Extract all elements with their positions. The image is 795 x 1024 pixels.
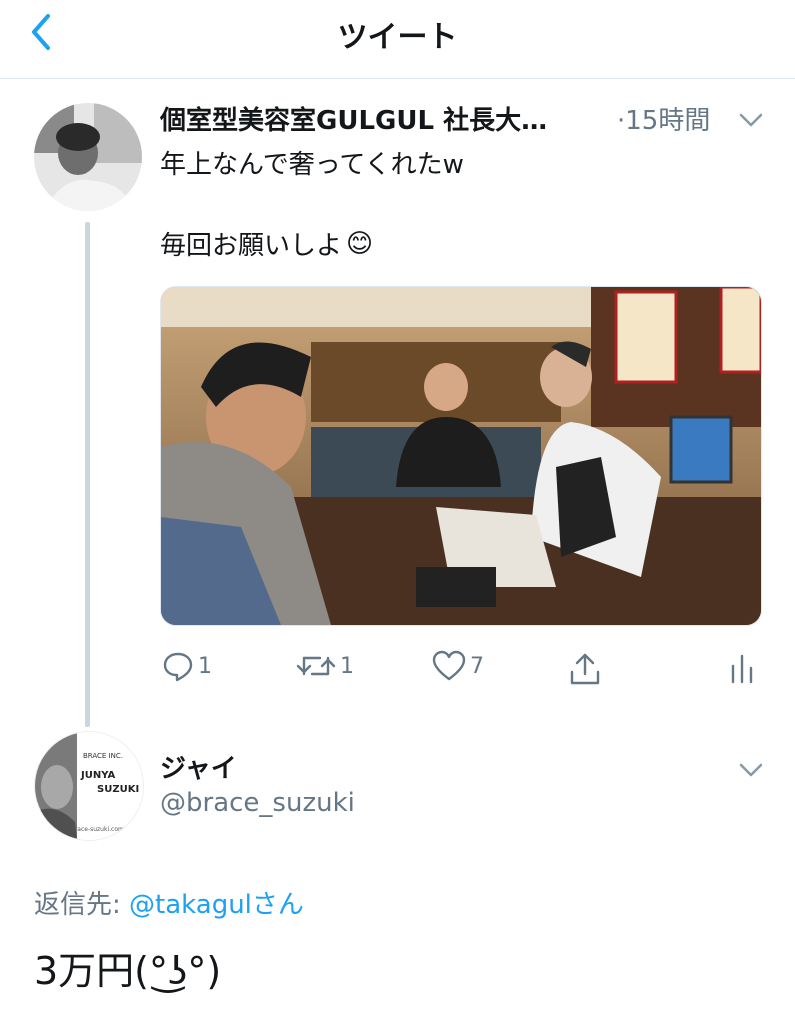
- chevron-down-icon[interactable]: [737, 110, 765, 130]
- heart-icon: [432, 650, 466, 681]
- replying-to-user-link[interactable]: @takagul: [129, 890, 252, 920]
- share-icon[interactable]: [568, 652, 602, 686]
- tweet-timestamp[interactable]: ·15時間: [617, 100, 710, 137]
- reply-chevron-down-icon[interactable]: [737, 760, 765, 780]
- avatar-last-name: SUZUKI: [97, 784, 140, 795]
- reply-display-name[interactable]: ジャイ: [160, 748, 237, 785]
- replying-to-label: 返信先:: [34, 890, 121, 920]
- page-title: ツイート: [337, 20, 458, 55]
- avatar-first-name: JUNYA: [81, 770, 116, 781]
- replying-to: 返信先: @takagulさん: [34, 884, 304, 921]
- like-button[interactable]: 7: [432, 650, 484, 682]
- retweet-button[interactable]: 1: [296, 650, 354, 682]
- retweet-count: 1: [340, 653, 354, 679]
- avatar-url-text: brace-suzuki.com: [71, 826, 124, 833]
- reply-count: 1: [198, 653, 212, 679]
- replying-to-suffix: さん: [251, 890, 304, 920]
- reply-author-avatar[interactable]: BRACE INC. JUNYA SUZUKI brace-suzuki.com: [34, 731, 144, 841]
- reply-handle[interactable]: @brace_suzuki: [160, 788, 355, 818]
- avatar-brand-text: BRACE INC.: [83, 752, 123, 760]
- author-display-name[interactable]: 個室型美容室GULGUL 社長大…: [160, 100, 547, 137]
- smiling-face-emoji: 😊: [346, 228, 374, 259]
- analytics-icon[interactable]: [730, 654, 754, 684]
- tweet-photo[interactable]: [160, 286, 762, 626]
- tweet-text-line-2-wrap: 毎回お願いしよ 😊: [160, 225, 373, 262]
- reply-icon: [163, 652, 193, 682]
- tweet-text-line-2: 毎回お願いしよ: [160, 231, 343, 261]
- retweet-icon: [296, 656, 336, 676]
- reply-button[interactable]: 1: [162, 650, 212, 682]
- tweet-text-line-1: 年上なんで奢ってくれたw: [160, 150, 464, 180]
- thread-connector: [85, 222, 90, 727]
- reply-text: 3万円(°͜ʖ°): [34, 949, 222, 993]
- author-avatar[interactable]: [34, 103, 142, 211]
- like-count: 7: [470, 653, 484, 679]
